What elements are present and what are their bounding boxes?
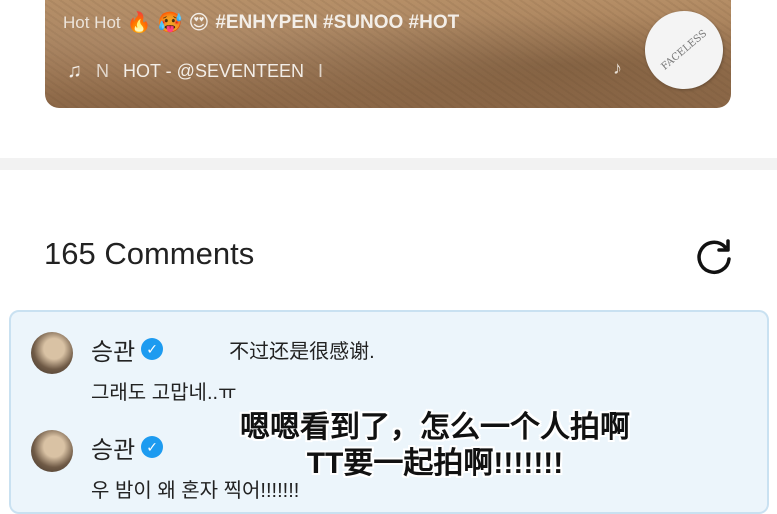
comments-count: 165 Comments: [44, 236, 255, 271]
disc-label: FACELESS: [659, 27, 709, 73]
hot-face-emoji: 🥵: [157, 12, 183, 34]
video-caption: Hot Hot 🔥 🥵 😍 #ENHYPEN #SUNOO #HOT: [63, 12, 459, 34]
comment-header: 승관 ✓ 不过还是很感谢.: [91, 332, 375, 366]
music-prefix: N: [96, 61, 109, 81]
caption-hashtags[interactable]: #ENHYPEN #SUNOO #HOT: [215, 12, 459, 34]
overlay-subtitle-line1: 嗯嗯看到了，怎么一个人拍啊: [240, 411, 630, 444]
comment-username[interactable]: 승관: [91, 332, 135, 367]
music-suffix: I: [317, 61, 323, 81]
caption-text: Hot Hot: [63, 13, 121, 32]
video-preview-card[interactable]: Hot Hot 🔥 🥵 😍 #ENHYPEN #SUNOO #HOT ♫ N H…: [45, 0, 731, 108]
overlay-subtitle: 嗯嗯看到了，怎么一个人拍啊 TT要一起拍啊!!!!!!!: [210, 410, 660, 482]
music-track-title[interactable]: HOT - @SEVENTEEN: [123, 61, 304, 82]
refresh-icon-graphic: [697, 239, 731, 275]
section-divider: [0, 158, 777, 170]
avatar[interactable]: [31, 430, 73, 472]
comment-translation: 不过还是很感谢.: [229, 340, 375, 363]
fire-emoji: 🔥: [126, 12, 152, 34]
verified-badge-icon: ✓: [141, 338, 164, 360]
comment-item: 승관 ✓ 不过还是很感谢. 그래도 고맙네..ㅠ: [31, 332, 375, 405]
refresh-icon[interactable]: [691, 234, 737, 280]
music-info[interactable]: ♫ N HOT - @SEVENTEEN I: [67, 60, 323, 83]
music-note-icon: ♫: [67, 60, 82, 82]
comment-text: 그래도 고맙네..ㅠ: [91, 382, 237, 404]
floating-note-icon: ♪: [613, 58, 622, 78]
music-disc[interactable]: FACELESS: [629, 0, 731, 105]
comment-body: 승관 ✓ 不过还是很感谢. 그래도 고맙네..ㅠ: [91, 332, 375, 405]
verified-badge-icon: ✓: [141, 436, 164, 458]
comment-username[interactable]: 승관: [91, 430, 135, 465]
overlay-subtitle-line2: TT要一起拍啊!!!!!!!: [306, 447, 564, 480]
avatar[interactable]: [31, 332, 73, 374]
heart-eyes-emoji: 😍: [188, 12, 210, 34]
